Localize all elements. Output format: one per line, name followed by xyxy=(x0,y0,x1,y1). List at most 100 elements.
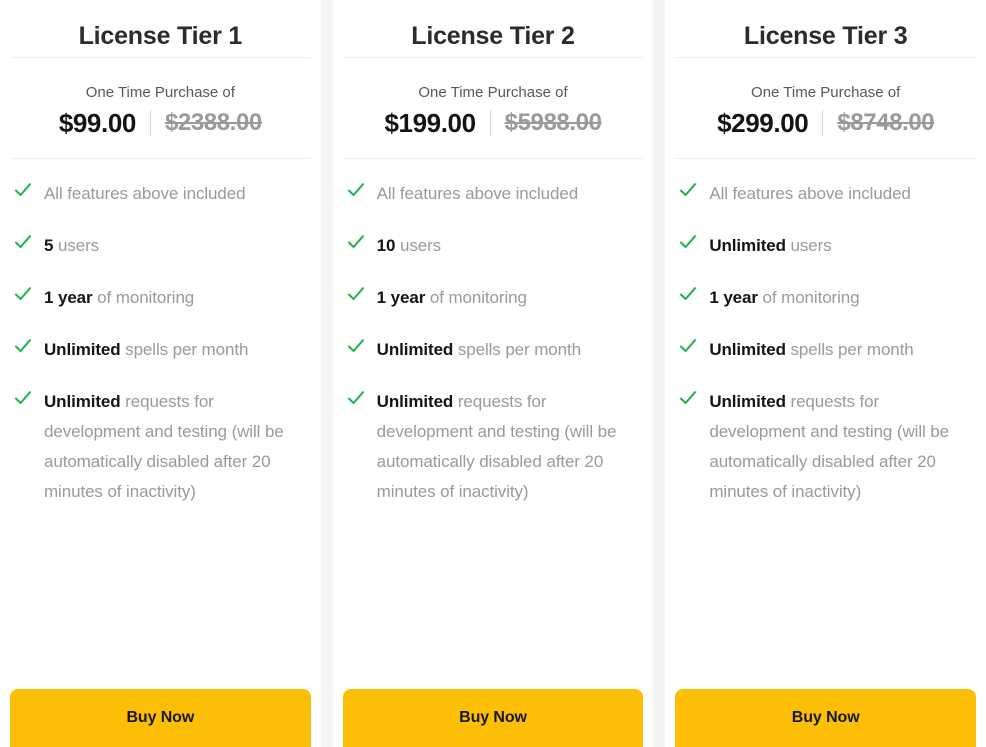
check-icon xyxy=(347,389,365,407)
check-icon xyxy=(14,181,32,199)
feature-item: Unlimited spells per month xyxy=(14,335,307,365)
feature-emphasis: 1 year xyxy=(44,287,93,307)
tier-card: License Tier 3 One Time Purchase of $299.0… xyxy=(665,0,986,747)
feature-emphasis: Unlimited xyxy=(376,391,454,411)
feature-text: Unlimited spells per month xyxy=(377,335,581,365)
feature-emphasis: 10 xyxy=(376,235,396,255)
feature-item: All features above included xyxy=(347,179,640,209)
feature-item: Unlimited requests for development and t… xyxy=(14,387,307,507)
feature-emphasis: 1 year xyxy=(376,287,426,307)
check-icon xyxy=(679,337,697,355)
check-icon xyxy=(14,337,32,355)
check-icon xyxy=(14,233,32,251)
feature-text: Unlimited requests for development and t… xyxy=(709,387,972,507)
tier-card: License Tier 1 One Time Purchase of $99.00… xyxy=(0,0,321,747)
feature-item: Unlimited spells per month xyxy=(679,335,972,365)
feature-item: All features above included xyxy=(679,179,972,209)
feature-item: Unlimited spells per month xyxy=(347,335,640,365)
feature-item: Unlimited requests for development and t… xyxy=(347,387,640,507)
feature-item: Unlimited users xyxy=(679,231,972,261)
price-current: $299.00 xyxy=(717,108,809,138)
feature-rest: users xyxy=(395,235,442,255)
buy-button-wrap: Buy Now xyxy=(333,689,654,747)
feature-emphasis: Unlimited xyxy=(709,339,786,359)
feature-emphasis: Unlimited xyxy=(709,235,786,255)
tier-header: License Tier 2 xyxy=(333,0,654,57)
feature-rest: All features above included xyxy=(709,183,911,203)
tier-header: License Tier 1 xyxy=(0,0,321,57)
price-row: $99.00 $2388.00 xyxy=(10,109,311,138)
price-original-strikethrough: $2388.00 xyxy=(164,109,262,137)
check-icon xyxy=(347,181,365,199)
buy-now-button[interactable]: Buy Now xyxy=(675,689,977,747)
feature-emphasis: Unlimited xyxy=(44,391,121,411)
feature-item: 1 year of monitoring xyxy=(347,283,640,313)
check-icon xyxy=(679,285,697,303)
price-row: $299.00 $8748.00 xyxy=(675,109,976,138)
check-icon xyxy=(347,337,365,355)
check-icon xyxy=(347,233,365,251)
feature-rest: spells per month xyxy=(120,339,249,359)
price-current: $199.00 xyxy=(384,108,476,138)
price-block: One Time Purchase of $299.00 $8748.00 xyxy=(665,58,986,158)
feature-text: Unlimited users xyxy=(709,231,831,261)
check-icon xyxy=(14,389,32,407)
check-icon xyxy=(14,285,32,303)
price-original-strikethrough: $5988.00 xyxy=(504,109,602,137)
feature-text: All features above included xyxy=(44,179,246,209)
feature-emphasis: 5 xyxy=(44,235,54,255)
price-caption: One Time Purchase of xyxy=(418,84,568,101)
feature-text: 5 users xyxy=(44,231,99,261)
feature-item: 1 year of monitoring xyxy=(14,283,307,313)
feature-emphasis: Unlimited xyxy=(709,391,786,411)
feature-item: 10 users xyxy=(347,231,640,261)
feature-rest: spells per month xyxy=(453,339,581,359)
feature-item: All features above included xyxy=(14,179,307,209)
tier-card: License Tier 2 One Time Purchase of $199.0… xyxy=(332,0,654,747)
feature-text: All features above included xyxy=(377,179,579,209)
check-icon xyxy=(679,233,697,251)
tier-title: License Tier 1 xyxy=(78,22,243,50)
price-block: One Time Purchase of $199.00 $5988.00 xyxy=(333,58,654,158)
feature-list: All features above included 5 users 1 year… xyxy=(0,159,321,689)
feature-rest: users xyxy=(53,235,100,255)
tier-title: License Tier 2 xyxy=(411,22,575,50)
buy-button-wrap: Buy Now xyxy=(665,689,986,747)
price-block: One Time Purchase of $99.00 $2388.00 xyxy=(0,58,321,158)
feature-rest: of monitoring xyxy=(425,287,527,307)
feature-rest: All features above included xyxy=(44,183,246,203)
feature-rest: spells per month xyxy=(785,339,914,359)
price-caption: One Time Purchase of xyxy=(751,84,901,101)
feature-emphasis: Unlimited xyxy=(376,339,454,359)
feature-list: All features above included 10 users 1 yea… xyxy=(333,159,654,689)
feature-text: 1 year of monitoring xyxy=(44,283,194,313)
feature-item: 5 users xyxy=(14,231,307,261)
buy-button-wrap: Buy Now xyxy=(0,689,321,747)
price-caption: One Time Purchase of xyxy=(85,84,235,101)
price-original-strikethrough: $8748.00 xyxy=(837,109,935,137)
tier-header: License Tier 3 xyxy=(665,0,986,57)
price-separator xyxy=(489,110,491,137)
price-row: $199.00 $5988.00 xyxy=(343,109,644,138)
feature-text: All features above included xyxy=(709,179,911,209)
feature-text: Unlimited spells per month xyxy=(709,335,913,365)
check-icon xyxy=(347,285,365,303)
feature-emphasis: 1 year xyxy=(709,287,758,307)
feature-text: Unlimited requests for development and t… xyxy=(377,387,640,507)
feature-list: All features above included Unlimited use… xyxy=(665,159,986,689)
check-icon xyxy=(679,181,697,199)
price-current: $99.00 xyxy=(58,108,137,138)
feature-rest: users xyxy=(785,235,832,255)
tier-title: License Tier 3 xyxy=(743,22,908,50)
buy-now-button[interactable]: Buy Now xyxy=(342,689,644,747)
price-separator xyxy=(822,110,824,137)
feature-item: Unlimited requests for development and t… xyxy=(679,387,972,507)
pricing-table: License Tier 1 One Time Purchase of $99.00… xyxy=(0,0,986,747)
feature-rest: of monitoring xyxy=(757,287,860,307)
buy-now-button[interactable]: Buy Now xyxy=(10,689,311,747)
feature-text: Unlimited requests for development and t… xyxy=(44,387,307,507)
feature-item: 1 year of monitoring xyxy=(679,283,972,313)
price-separator xyxy=(149,110,151,137)
feature-text: Unlimited spells per month xyxy=(44,335,248,365)
feature-text: 10 users xyxy=(376,231,442,261)
